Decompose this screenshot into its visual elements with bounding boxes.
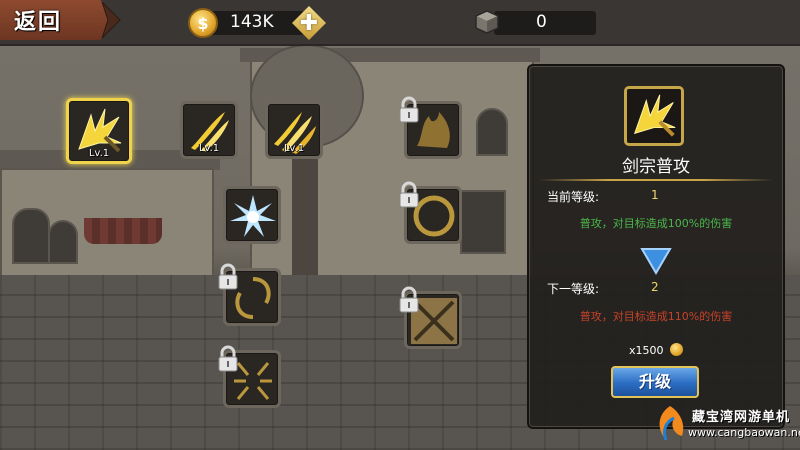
gold-coin-icon: $ bbox=[188, 8, 218, 38]
watermark-logo-icon bbox=[659, 406, 684, 441]
skill-level: Lv.1 bbox=[88, 148, 110, 159]
window bbox=[12, 208, 50, 264]
arrow-down-icon bbox=[640, 248, 672, 275]
lock-icon bbox=[218, 263, 238, 290]
ice-burst-icon bbox=[230, 195, 276, 237]
skill-level: Lv.1 bbox=[283, 143, 305, 154]
divider bbox=[539, 179, 773, 181]
cube-icon bbox=[475, 10, 499, 34]
gold-amount: 143K bbox=[230, 12, 274, 32]
skill-slot-locked[interactable] bbox=[218, 263, 281, 326]
back-button-label: 返回 bbox=[14, 10, 63, 35]
current-level-label: 当前等级: bbox=[547, 190, 600, 204]
gem-amount: 0 bbox=[536, 12, 547, 32]
awning bbox=[84, 218, 162, 244]
selected-skill-icon bbox=[624, 86, 684, 146]
lock-icon bbox=[218, 345, 238, 372]
skill-slot-locked[interactable] bbox=[399, 96, 462, 159]
skill-slot-twin-slash[interactable]: Lv.1 bbox=[180, 101, 238, 159]
skill-slot-locked[interactable] bbox=[218, 345, 281, 408]
coin-icon bbox=[670, 343, 683, 356]
plus-icon: ✚ bbox=[299, 10, 319, 36]
lock-icon bbox=[399, 96, 419, 123]
next-level-description: 普攻，对目标造成110%的伤害 bbox=[579, 310, 733, 323]
watermark-url: www.cangbaowan.net bbox=[688, 426, 800, 439]
skill-info-panel: 剑宗普攻 当前等级: 1 普攻，对目标造成100%的伤害 下一等级: 2 普攻，… bbox=[527, 64, 785, 429]
gold-counter: $ 143K ✚ bbox=[188, 6, 330, 40]
coin-symbol: $ bbox=[197, 13, 209, 33]
window bbox=[48, 220, 78, 264]
watermark: 藏宝湾网游单机 www.cangbaowan.net bbox=[652, 402, 800, 448]
lock-icon bbox=[399, 286, 419, 313]
upgrade-button[interactable]: 升级 bbox=[611, 366, 699, 398]
skill-slot-slash[interactable]: Lv.1 bbox=[66, 98, 132, 164]
skill-slot-ice-burst[interactable] bbox=[223, 186, 281, 244]
next-level-label: 下一等级: bbox=[547, 282, 600, 296]
chevron-right-icon bbox=[101, 1, 121, 39]
upgrade-cost: x1500 bbox=[629, 344, 664, 357]
skill-slot-triple-slash[interactable]: Lv.1 bbox=[265, 101, 323, 159]
current-level-value: 1 bbox=[651, 188, 659, 202]
skill-slot-locked[interactable] bbox=[399, 286, 462, 349]
gem-counter: 0 bbox=[474, 9, 596, 37]
window bbox=[476, 108, 508, 156]
watermark-name: 藏宝湾网游单机 bbox=[692, 410, 791, 425]
skill-name: 剑宗普攻 bbox=[622, 157, 690, 177]
lock-icon bbox=[399, 181, 419, 208]
skill-level: Lv.1 bbox=[198, 143, 220, 154]
current-level-description: 普攻，对目标造成100%的伤害 bbox=[579, 217, 733, 230]
sword-slash-icon bbox=[633, 94, 676, 137]
next-level-value: 2 bbox=[651, 280, 659, 294]
door bbox=[460, 190, 506, 254]
skill-slot-locked[interactable] bbox=[399, 181, 462, 244]
top-bar: 返回 $ 143K ✚ 0 bbox=[0, 0, 800, 46]
